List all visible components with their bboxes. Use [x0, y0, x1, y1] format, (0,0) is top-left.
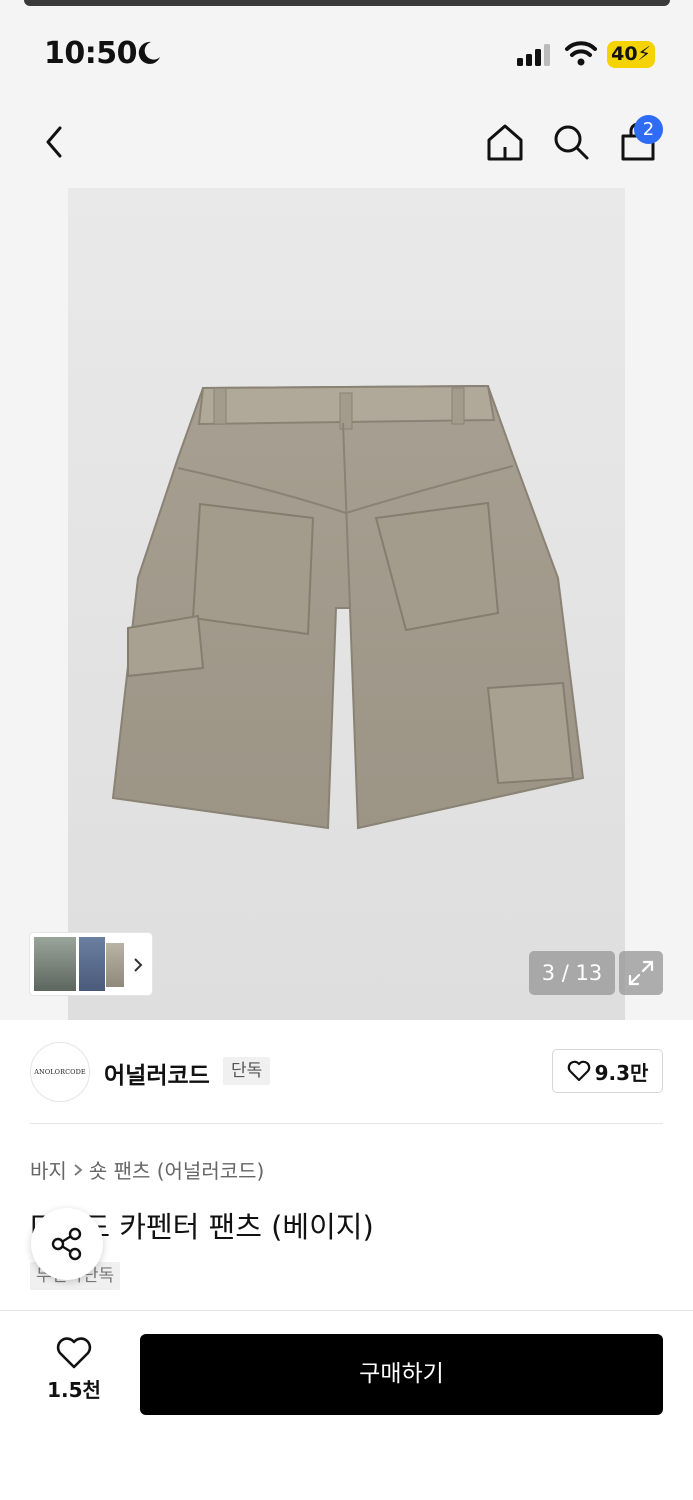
brand-row: ANOLORCODE 어널러코드 단독 9.3만	[0, 1020, 693, 1124]
heart-icon	[56, 1337, 92, 1369]
brand-favorite-count: 9.3만	[594, 1060, 649, 1085]
share-button[interactable]	[31, 1208, 103, 1280]
cart-count-badge: 2	[634, 115, 663, 144]
battery-level: 40	[611, 43, 638, 65]
back-button[interactable]	[34, 122, 74, 162]
wifi-icon	[565, 40, 597, 70]
like-count: 1.5천	[47, 1378, 101, 1402]
heart-icon	[567, 1060, 590, 1082]
thumbnail-image[interactable]	[106, 943, 124, 987]
home-button[interactable]	[483, 120, 527, 164]
thumbnail-image[interactable]	[34, 937, 76, 991]
expand-icon	[628, 960, 654, 986]
status-time: 10:50	[44, 36, 138, 71]
brand-logo[interactable]: ANOLORCODE	[30, 1042, 90, 1102]
chevron-right-icon	[74, 1163, 83, 1176]
shorts-illustration	[111, 384, 585, 830]
cellular-signal-icon	[517, 44, 553, 70]
share-icon	[51, 1227, 82, 1261]
top-nav-bar	[0, 100, 693, 188]
product-image[interactable]	[68, 188, 625, 1020]
window-top-edge	[24, 0, 670, 6]
search-icon	[554, 125, 589, 160]
search-button[interactable]	[549, 120, 593, 164]
battery-indicator: 40⚡	[607, 41, 655, 68]
brand-favorite-button[interactable]: 9.3만	[552, 1049, 663, 1093]
brand-exclusive-tag: 단독	[223, 1057, 271, 1085]
buy-button[interactable]: 구매하기	[140, 1334, 663, 1415]
breadcrumb-item[interactable]: 숏 팬츠 (어널러코드)	[89, 1155, 265, 1184]
moon-icon	[136, 40, 162, 70]
image-counter: 3 / 13	[529, 951, 615, 995]
like-button[interactable]: 1.5천	[38, 1336, 110, 1406]
section-divider	[30, 1123, 663, 1124]
breadcrumb: 바지 숏 팬츠 (어널러코드)	[30, 1155, 264, 1184]
thumbnail-image[interactable]	[79, 937, 105, 991]
chevron-right-icon	[134, 958, 143, 972]
product-gallery[interactable]: 3 / 13	[0, 188, 693, 1020]
breadcrumb-item[interactable]: 바지	[30, 1155, 67, 1184]
chevron-left-icon	[46, 126, 62, 158]
home-icon	[487, 124, 523, 161]
thumbnail-strip[interactable]	[30, 933, 152, 995]
bottom-bar-divider	[0, 1310, 693, 1311]
expand-button[interactable]	[619, 951, 663, 995]
brand-name[interactable]: 어널러코드	[104, 1056, 210, 1090]
